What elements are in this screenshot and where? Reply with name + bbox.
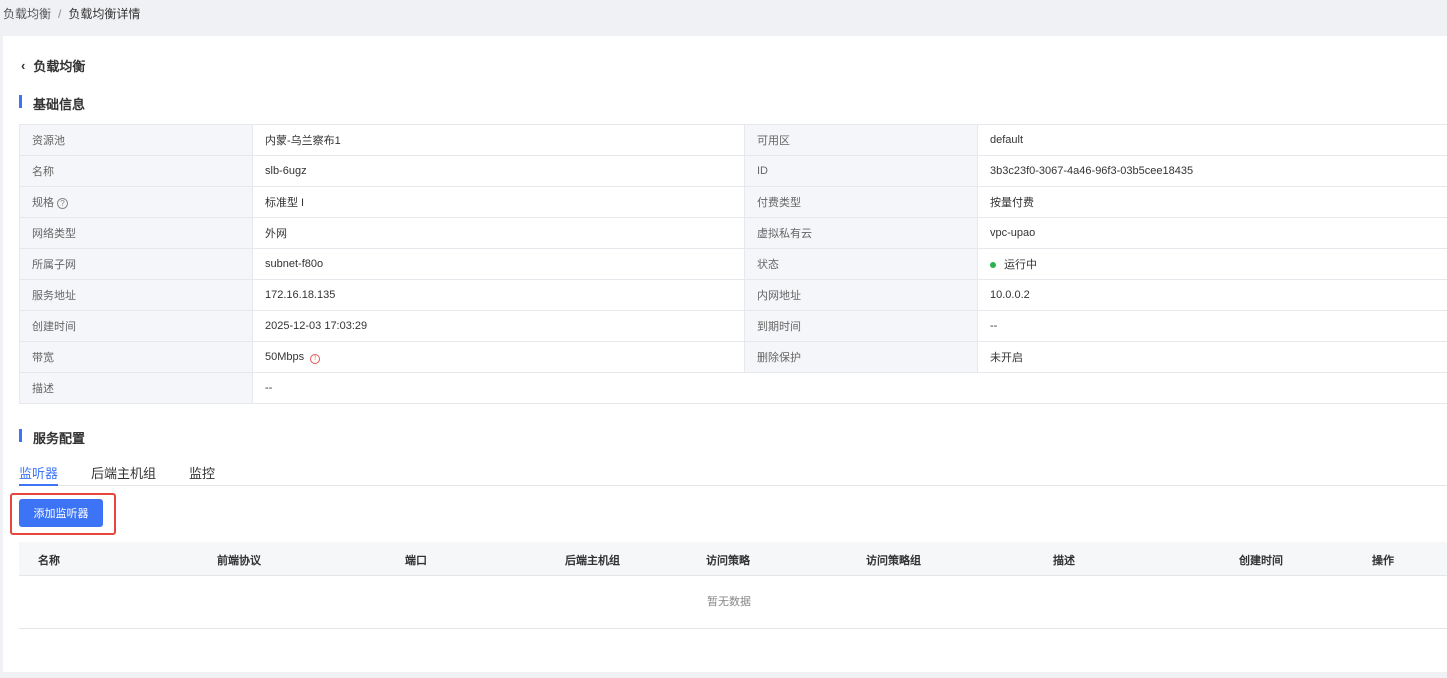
breadcrumb-separator: / bbox=[58, 7, 62, 21]
table-row: 名称 slb-6ugz ID 3b3c23f0-3067-4a46-96f3-03b5… bbox=[19, 155, 1447, 187]
listener-table: 名称 前端协议 端口 后端主机组 访问策略 访问策略组 描述 创建时间 操作 暂… bbox=[19, 542, 1447, 629]
value-spec: 标准型 I bbox=[252, 186, 745, 218]
label-name: 名称 bbox=[19, 155, 253, 187]
label-resource-pool: 资源池 bbox=[19, 124, 253, 156]
tab-listeners[interactable]: 监听器 bbox=[19, 463, 59, 486]
breadcrumb-parent[interactable]: 负载均衡 bbox=[3, 7, 51, 21]
chevron-left-icon: ‹ bbox=[21, 58, 26, 73]
value-billing: 按量付费 bbox=[977, 186, 1447, 218]
value-zone: default bbox=[977, 124, 1447, 156]
value-expire: -- bbox=[977, 310, 1447, 342]
section-title-service: 服务配置 bbox=[19, 428, 85, 447]
col-access-policy: 访问策略 bbox=[706, 555, 750, 567]
table-row: 创建时间 2025-12-03 17:03:29 到期时间 -- bbox=[19, 310, 1447, 342]
label-status: 状态 bbox=[744, 248, 978, 280]
status-text: 运行中 bbox=[1004, 259, 1037, 271]
value-bandwidth-cell: 50Mbps! bbox=[252, 341, 745, 373]
table-row: 资源池 内蒙-乌兰察布1 可用区 default bbox=[19, 124, 1447, 156]
value-description: -- bbox=[252, 372, 1447, 404]
listener-table-header: 名称 前端协议 端口 后端主机组 访问策略 访问策略组 描述 创建时间 操作 bbox=[19, 542, 1447, 576]
label-description: 描述 bbox=[19, 372, 253, 404]
col-backend-group: 后端主机组 bbox=[565, 555, 620, 567]
basic-info-table: 资源池 内蒙-乌兰察布1 可用区 default 名称 slb-6ugz ID 3b3c23… bbox=[19, 124, 1447, 404]
label-service-address: 服务地址 bbox=[19, 279, 253, 311]
label-expire: 到期时间 bbox=[744, 310, 978, 342]
label-billing: 付费类型 bbox=[744, 186, 978, 218]
service-tabs: 监听器 后端主机组 监控 bbox=[19, 456, 1447, 486]
col-access-policy-group: 访问策略组 bbox=[866, 555, 921, 567]
help-icon[interactable]: ? bbox=[57, 198, 68, 209]
col-created: 创建时间 bbox=[1239, 555, 1283, 567]
table-row: 规格? 标准型 I 付费类型 按量付费 bbox=[19, 186, 1447, 218]
tab-backend-groups[interactable]: 后端主机组 bbox=[91, 463, 156, 482]
value-bandwidth: 50Mbps bbox=[265, 350, 305, 363]
label-spec-cell: 规格? bbox=[19, 186, 253, 218]
empty-state: 暂无数据 bbox=[19, 576, 1447, 629]
col-protocol: 前端协议 bbox=[217, 555, 261, 567]
label-private-address: 内网地址 bbox=[744, 279, 978, 311]
col-name: 名称 bbox=[38, 555, 60, 567]
label-vpc: 虚拟私有云 bbox=[744, 217, 978, 249]
tab-monitoring[interactable]: 监控 bbox=[189, 463, 215, 482]
col-port: 端口 bbox=[405, 555, 427, 567]
value-network-type: 外网 bbox=[252, 217, 745, 249]
value-name: slb-6ugz bbox=[252, 155, 745, 187]
label-network-type: 网络类型 bbox=[19, 217, 253, 249]
table-row: 网络类型 外网 虚拟私有云 vpc-upao bbox=[19, 217, 1447, 249]
label-zone: 可用区 bbox=[744, 124, 978, 156]
breadcrumb: 负载均衡 / 负载均衡详情 bbox=[3, 5, 140, 22]
table-row: 服务地址 172.16.18.135 内网地址 10.0.0.2 bbox=[19, 279, 1447, 311]
table-row: 所属子网 subnet-f80o 状态 运行中 bbox=[19, 248, 1447, 280]
status-dot-icon bbox=[990, 262, 996, 269]
table-row: 带宽 50Mbps! 删除保护 未开启 bbox=[19, 341, 1447, 373]
warning-icon[interactable]: ! bbox=[310, 353, 321, 364]
value-service-address: 172.16.18.135 bbox=[252, 279, 745, 311]
label-delete-protection: 删除保护 bbox=[744, 341, 978, 373]
label-bandwidth: 带宽 bbox=[19, 341, 253, 373]
label-created: 创建时间 bbox=[19, 310, 253, 342]
value-private-address: 10.0.0.2 bbox=[977, 279, 1447, 311]
label-spec: 规格 bbox=[32, 197, 54, 209]
value-resource-pool: 内蒙-乌兰察布1 bbox=[252, 124, 745, 156]
back-label: 负载均衡 bbox=[33, 59, 86, 74]
section-title-basic: 基础信息 bbox=[19, 94, 85, 113]
breadcrumb-current: 负载均衡详情 bbox=[68, 7, 141, 21]
label-subnet: 所属子网 bbox=[19, 248, 253, 280]
label-id: ID bbox=[744, 155, 978, 187]
value-id: 3b3c23f0-3067-4a46-96f3-03b5cee18435 bbox=[977, 155, 1447, 187]
detail-card: ‹ 负载均衡 基础信息 资源池 内蒙-乌兰察布1 可用区 default 名称 slb-… bbox=[3, 36, 1447, 672]
value-created: 2025-12-03 17:03:29 bbox=[252, 310, 745, 342]
back-button[interactable]: ‹ 负载均衡 bbox=[21, 56, 85, 75]
add-listener-button[interactable]: 添加监听器 bbox=[19, 499, 103, 527]
col-description: 描述 bbox=[1053, 555, 1075, 567]
status-badge: 运行中 bbox=[977, 248, 1447, 280]
col-actions: 操作 bbox=[1372, 555, 1394, 567]
value-delete-protection: 未开启 bbox=[977, 341, 1447, 373]
value-subnet: subnet-f80o bbox=[252, 248, 745, 280]
value-vpc: vpc-upao bbox=[977, 217, 1447, 249]
table-row: 描述 -- bbox=[19, 372, 1447, 404]
